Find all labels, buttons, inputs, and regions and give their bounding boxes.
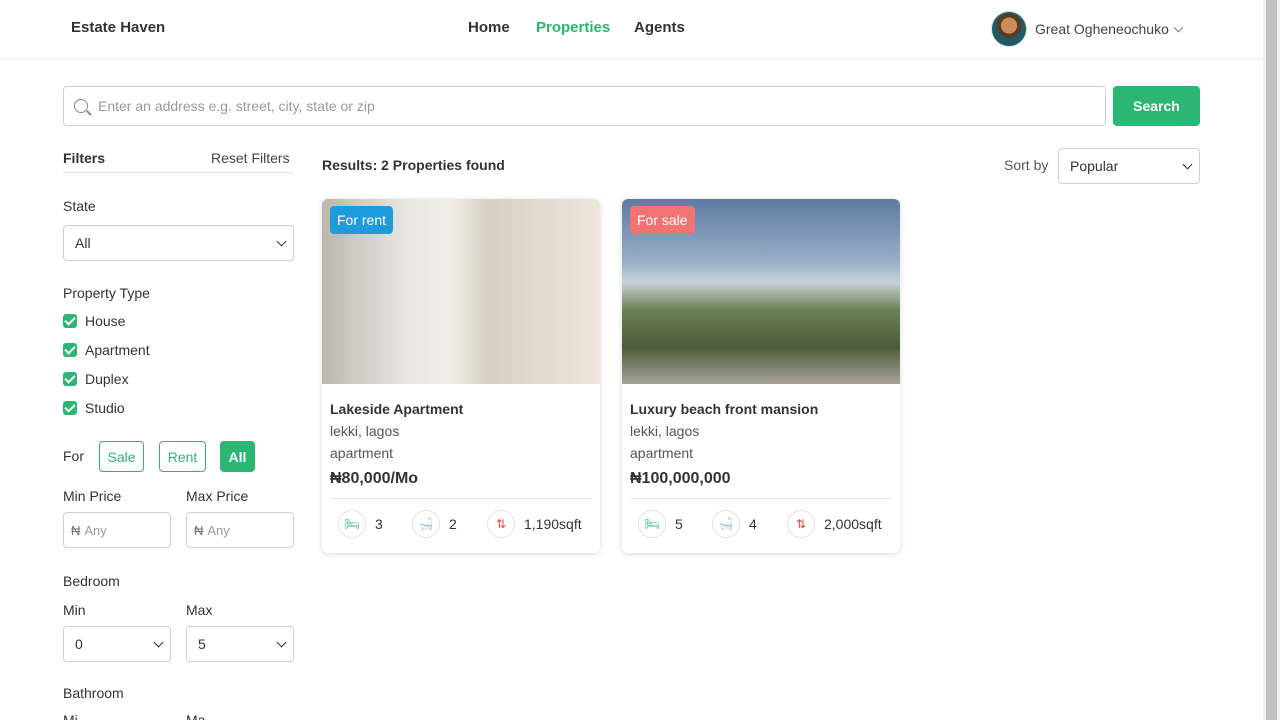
property-price: ₦80,000/Mo <box>330 470 419 487</box>
checkbox-label: House <box>85 313 126 329</box>
results-count: Results: 2 Properties found <box>322 157 505 173</box>
area: ⇅ 1,190sqft <box>487 510 582 538</box>
user-menu[interactable]: Great Ogheneochuko <box>991 11 1184 47</box>
property-title[interactable]: Luxury beach front mansion <box>630 401 818 417</box>
min-price-placeholder: Any <box>84 522 107 538</box>
area-icon: ⇅ <box>787 510 815 538</box>
divider <box>330 498 592 499</box>
search-box <box>63 86 1106 126</box>
bedrooms-count: 5 <box>675 516 683 532</box>
bedroom-min-select[interactable]: 0 <box>63 626 171 662</box>
state-select[interactable]: All <box>63 225 294 261</box>
user-name: Great Ogheneochuko <box>1035 21 1169 37</box>
max-price-placeholder: Any <box>207 522 230 538</box>
min-price-input[interactable]: ₦ Any <box>63 512 171 548</box>
state-select-value: All <box>75 235 91 251</box>
sort-label: Sort by <box>1004 157 1049 173</box>
bathrooms: 🛁 2 <box>412 510 457 538</box>
bedroom-label: Bedroom <box>63 573 120 589</box>
bathroom-min-label: Mi <box>63 712 78 720</box>
for-label: For <box>63 448 84 464</box>
bedrooms: 🛏 3 <box>338 510 383 538</box>
bedroom-max-select[interactable]: 5 <box>186 626 294 662</box>
bedrooms: 🛏 5 <box>638 510 683 538</box>
state-label: State <box>63 198 96 214</box>
for-all-button[interactable]: All <box>220 441 255 472</box>
checkbox-house[interactable]: House <box>63 313 125 329</box>
bathrooms-count: 2 <box>449 516 457 532</box>
bedroom-max-label: Max <box>186 602 213 618</box>
divider <box>63 172 294 173</box>
property-location: lekki, lagos <box>330 423 400 439</box>
property-location: lekki, lagos <box>630 423 700 439</box>
reset-filters-link[interactable]: Reset Filters <box>211 150 290 166</box>
avatar <box>991 11 1027 47</box>
bath-icon: 🛁 <box>712 510 740 538</box>
divider <box>630 498 892 499</box>
bathroom-max-label: Ma <box>186 712 206 720</box>
scroll-thumb[interactable] <box>1266 0 1277 720</box>
chevron-down-icon <box>276 637 287 648</box>
bath-icon: 🛁 <box>412 510 440 538</box>
checkbox-label: Duplex <box>85 371 129 387</box>
checkbox-checked-icon[interactable] <box>63 314 77 328</box>
property-price: ₦100,000,000 <box>630 470 731 487</box>
max-price-label: Max Price <box>186 488 249 504</box>
search-icon <box>74 99 88 113</box>
chevron-down-icon <box>153 637 164 648</box>
bedroom-min-value: 0 <box>75 636 83 652</box>
property-type-label: Property Type <box>63 285 150 301</box>
navbar: Estate Haven Home Properties Agents Grea… <box>0 0 1263 58</box>
property-type: apartment <box>630 445 694 461</box>
search-input[interactable] <box>98 98 1105 114</box>
chevron-down-icon <box>276 236 287 247</box>
for-rent-button[interactable]: Rent <box>159 441 206 472</box>
checkbox-duplex[interactable]: Duplex <box>63 371 129 387</box>
property-card[interactable]: For sale Luxury beach front mansion lekk… <box>622 199 900 553</box>
area-value: 1,190sqft <box>524 516 582 532</box>
bedroom-min-label: Min <box>63 602 86 618</box>
bed-icon: 🛏 <box>638 510 666 538</box>
status-badge: For sale <box>630 206 695 234</box>
nav-home[interactable]: Home <box>468 19 510 36</box>
property-type: apartment <box>330 445 394 461</box>
status-badge: For rent <box>330 206 394 234</box>
checkbox-checked-icon[interactable] <box>63 401 77 415</box>
checkbox-apartment[interactable]: Apartment <box>63 342 150 358</box>
for-sale-button[interactable]: Sale <box>99 441 144 472</box>
nav-agents[interactable]: Agents <box>634 19 685 36</box>
scrollbar[interactable] <box>1263 0 1280 720</box>
search-button[interactable]: Search <box>1113 86 1200 126</box>
bathrooms: 🛁 4 <box>712 510 757 538</box>
property-title[interactable]: Lakeside Apartment <box>330 401 463 417</box>
bedroom-max-value: 5 <box>198 636 206 652</box>
min-price-label: Min Price <box>63 488 122 504</box>
bed-icon: 🛏 <box>338 510 366 538</box>
property-card[interactable]: For rent Lakeside Apartment lekki, lagos… <box>322 199 600 553</box>
checkbox-checked-icon[interactable] <box>63 343 77 357</box>
area-icon: ⇅ <box>487 510 515 538</box>
checkbox-label: Apartment <box>85 342 150 358</box>
chevron-down-icon <box>1182 159 1193 170</box>
area-value: 2,000sqft <box>824 516 882 532</box>
currency-symbol: ₦ <box>71 522 81 538</box>
checkbox-label: Studio <box>85 400 125 416</box>
area: ⇅ 2,000sqft <box>787 510 882 538</box>
sort-value: Popular <box>1070 158 1119 174</box>
checkbox-checked-icon[interactable] <box>63 372 77 386</box>
currency-symbol: ₦ <box>194 522 204 538</box>
bathrooms-count: 4 <box>749 516 757 532</box>
filters-title: Filters <box>63 150 106 166</box>
max-price-input[interactable]: ₦ Any <box>186 512 294 548</box>
nav-properties[interactable]: Properties <box>536 19 610 36</box>
bedrooms-count: 3 <box>375 516 383 532</box>
chevron-down-icon <box>1173 22 1184 32</box>
brand-logo[interactable]: Estate Haven <box>71 19 165 36</box>
checkbox-studio[interactable]: Studio <box>63 400 125 416</box>
bathroom-label: Bathroom <box>63 685 124 701</box>
sort-select[interactable]: Popular <box>1058 148 1200 184</box>
